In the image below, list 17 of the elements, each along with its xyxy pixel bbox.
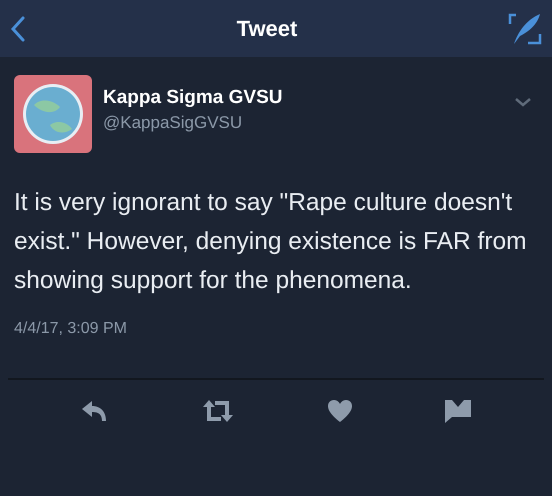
tweet-text: It is very ignorant to say "Rape culture doesn't exist." However, denying existence is FAR from showing support for the phenomena. [14, 188, 528, 296]
back-icon [10, 14, 26, 42]
tweet-timestamp: 4/4/17, 3:09 PM [14, 320, 128, 338]
chevron-down-icon [514, 97, 532, 107]
back-button[interactable] [10, 14, 26, 42]
compose-button[interactable] [508, 12, 542, 46]
heart-icon [326, 399, 353, 423]
message-button[interactable] [444, 398, 472, 424]
author-handle: @KappaSigGVSU [103, 113, 244, 133]
feather-icon [508, 12, 542, 46]
more-button[interactable] [514, 97, 532, 107]
author-name: Kappa Sigma GVSU [103, 87, 284, 109]
retweet-button[interactable] [201, 399, 236, 423]
retweet-icon [201, 399, 236, 423]
window-title: Tweet [236, 16, 298, 42]
like-button[interactable] [326, 399, 353, 423]
envelope-icon [444, 398, 472, 424]
